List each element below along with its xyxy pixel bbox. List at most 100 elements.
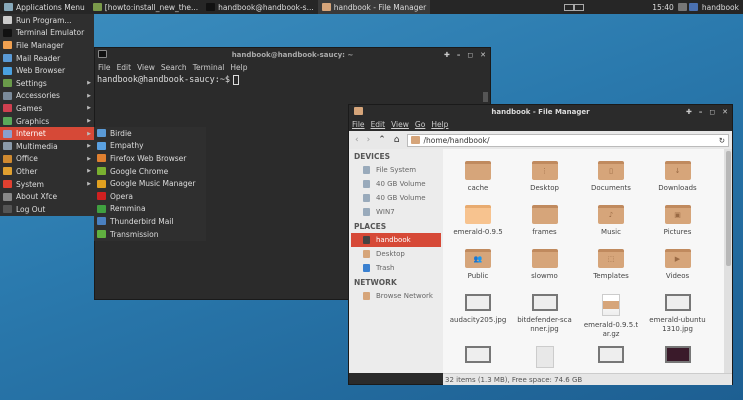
menu-item-log-out[interactable]: Log Out: [0, 203, 94, 216]
menu-item-system[interactable]: System ▶: [0, 178, 94, 191]
file-item[interactable]: 👥 Public: [445, 249, 511, 281]
menu-item-games[interactable]: Games ▶: [0, 102, 94, 115]
image-icon: [465, 294, 491, 311]
terminal-titlebar[interactable]: handbook@handbook-saucy: ~ ✚ – ◻ ✕: [95, 48, 490, 61]
scrollbar[interactable]: [724, 149, 732, 373]
menu-item-mail-reader[interactable]: Mail Reader: [0, 52, 94, 65]
pin-icon[interactable]: ✚: [686, 108, 692, 116]
submenu-item[interactable]: Google Music Manager: [94, 177, 206, 190]
terminal-scrollbar[interactable]: [483, 92, 488, 102]
menu-item-graphics[interactable]: Graphics ▶: [0, 115, 94, 128]
menu-item-accessories[interactable]: Accessories ▶: [0, 90, 94, 103]
workspace-switcher[interactable]: [560, 0, 588, 14]
file-item[interactable]: emerald-0.9.5: [445, 205, 511, 237]
maximize-icon[interactable]: ◻: [467, 51, 473, 59]
menu-item[interactable]: Go: [415, 120, 425, 129]
sidebar-item[interactable]: Browse Network: [349, 289, 443, 303]
back-icon[interactable]: ‹: [355, 135, 359, 145]
file-item[interactable]: bitdefender-scanner.jpg: [512, 293, 578, 334]
sidebar-item[interactable]: 40 GB Volume: [349, 191, 443, 205]
file-manager-titlebar[interactable]: handbook - File Manager ✚ – ◻ ✕: [349, 105, 732, 118]
forward-icon[interactable]: ›: [367, 135, 371, 145]
terminal-prompt[interactable]: handbook@handbook-saucy:~$: [95, 74, 490, 86]
menu-item-web-browser[interactable]: Web Browser: [0, 64, 94, 77]
menu-item-run-program[interactable]: Run Program...: [0, 14, 94, 27]
system-icon: [3, 180, 12, 189]
sidebar-item[interactable]: File System: [349, 163, 443, 177]
sidebar-item[interactable]: 40 GB Volume: [349, 177, 443, 191]
home-icon[interactable]: ⌂: [394, 135, 400, 145]
applications-menu-button[interactable]: Applications Menu: [0, 0, 89, 14]
up-icon[interactable]: ⌃: [378, 135, 386, 145]
menu-item[interactable]: View: [391, 120, 409, 129]
status-bar: 32 items (1.3 MB), Free space: 74.6 GB: [443, 373, 732, 385]
menu-item[interactable]: Edit: [371, 120, 386, 129]
file-item[interactable]: ▯ Documents: [578, 161, 644, 193]
sidebar-item[interactable]: handbook: [351, 233, 441, 247]
submenu-item[interactable]: Birdie: [94, 127, 206, 140]
file-item[interactable]: [645, 345, 711, 368]
submenu-item[interactable]: Thunderbird Mail: [94, 215, 206, 228]
maximize-icon[interactable]: ◻: [709, 108, 715, 116]
scrollbar-thumb[interactable]: [726, 151, 731, 266]
menu-item-file-manager[interactable]: File Manager: [0, 39, 94, 52]
menu-item[interactable]: Help: [230, 63, 247, 72]
menu-item[interactable]: Search: [161, 63, 187, 72]
menu-item-office[interactable]: Office ▶: [0, 153, 94, 166]
file-item[interactable]: slowmo: [512, 249, 578, 281]
menu-item[interactable]: View: [137, 63, 155, 72]
window-icon: [92, 3, 102, 11]
close-icon[interactable]: ✕: [722, 108, 728, 116]
menu-item-other[interactable]: Other ▶: [0, 165, 94, 178]
close-icon[interactable]: ✕: [480, 51, 486, 59]
taskbar-button[interactable]: [howto:install_new_the...: [89, 0, 202, 14]
file-item[interactable]: ⋮ Desktop: [512, 161, 578, 193]
menu-item-terminal-emulator[interactable]: Terminal Emulator: [0, 27, 94, 40]
submenu-item[interactable]: Opera: [94, 190, 206, 203]
file-manager-window[interactable]: handbook - File Manager ✚ – ◻ ✕ File Edit Vie…: [348, 104, 733, 385]
taskbar-button[interactable]: handbook - File Manager: [317, 0, 431, 14]
taskbar-button[interactable]: handbook@handbook-s...: [202, 0, 318, 14]
submenu-item[interactable]: Google Chrome: [94, 165, 206, 178]
file-item[interactable]: emerald-0.9.5.tar.gz: [578, 293, 644, 339]
menu-item-about-xfce[interactable]: About Xfce: [0, 190, 94, 203]
network-icon[interactable]: [677, 3, 687, 11]
menu-item[interactable]: File: [98, 63, 111, 72]
file-item[interactable]: ↓ Downloads: [645, 161, 711, 193]
menu-item[interactable]: Help: [431, 120, 448, 129]
file-item[interactable]: [512, 345, 578, 373]
menu-item[interactable]: Terminal: [193, 63, 225, 72]
menu-item[interactable]: Edit: [117, 63, 132, 72]
file-item[interactable]: ♪ Music: [578, 205, 644, 237]
submenu-item[interactable]: Empathy: [94, 140, 206, 153]
location-bar[interactable]: /home/handbook/↻: [407, 133, 729, 147]
submenu-item[interactable]: Transmission: [94, 228, 206, 241]
sidebar-item[interactable]: Trash: [349, 261, 443, 275]
file-item[interactable]: ⬚ Templates: [578, 249, 644, 281]
file-item[interactable]: emerald-ubuntu1310.jpg: [645, 293, 711, 334]
reload-icon[interactable]: ↻: [719, 136, 725, 145]
menu-item-internet[interactable]: Internet ▶: [0, 127, 94, 140]
menu-item-multimedia[interactable]: Multimedia ▶: [0, 140, 94, 153]
menu-item[interactable]: File: [352, 120, 365, 129]
sidebar-item[interactable]: WIN7: [349, 205, 443, 219]
mail-icon: [3, 54, 12, 63]
minimize-icon[interactable]: –: [699, 108, 703, 116]
file-item[interactable]: audacity205.jpg: [445, 293, 511, 325]
file-item[interactable]: cache: [445, 161, 511, 193]
submenu-item[interactable]: Firefox Web Browser: [94, 152, 206, 165]
file-item[interactable]: ▣ Pictures: [645, 205, 711, 237]
pin-icon[interactable]: ✚: [444, 51, 450, 59]
minimize-icon[interactable]: –: [457, 51, 461, 59]
file-item[interactable]: [578, 345, 644, 368]
submenu-item[interactable]: Remmina: [94, 203, 206, 216]
sidebar-item[interactable]: Desktop: [349, 247, 443, 261]
file-item[interactable]: frames: [512, 205, 578, 237]
file-item[interactable]: [445, 345, 511, 368]
file-item[interactable]: ▶ Videos: [645, 249, 711, 281]
volume-icon[interactable]: [688, 3, 698, 11]
menu-item-settings[interactable]: Settings ▶: [0, 77, 94, 90]
app-icon: [97, 204, 106, 213]
clock[interactable]: 15:40: [648, 0, 678, 14]
user-menu[interactable]: handbook: [698, 0, 743, 14]
